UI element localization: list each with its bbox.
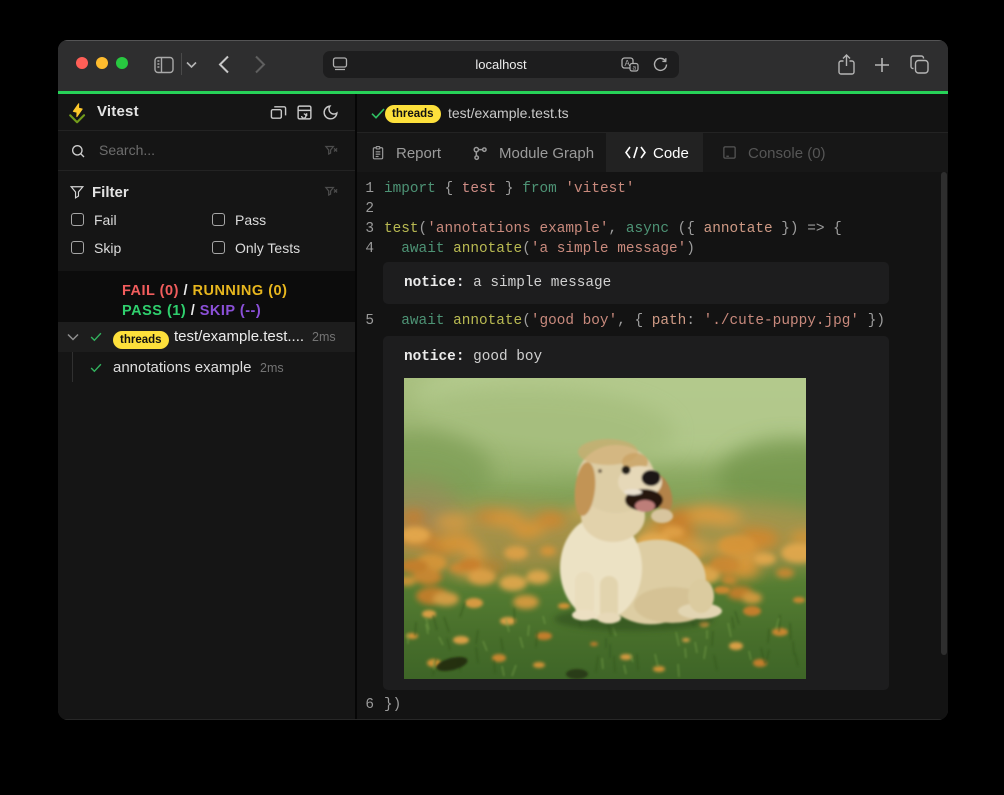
svg-text:a: a: [633, 65, 637, 72]
